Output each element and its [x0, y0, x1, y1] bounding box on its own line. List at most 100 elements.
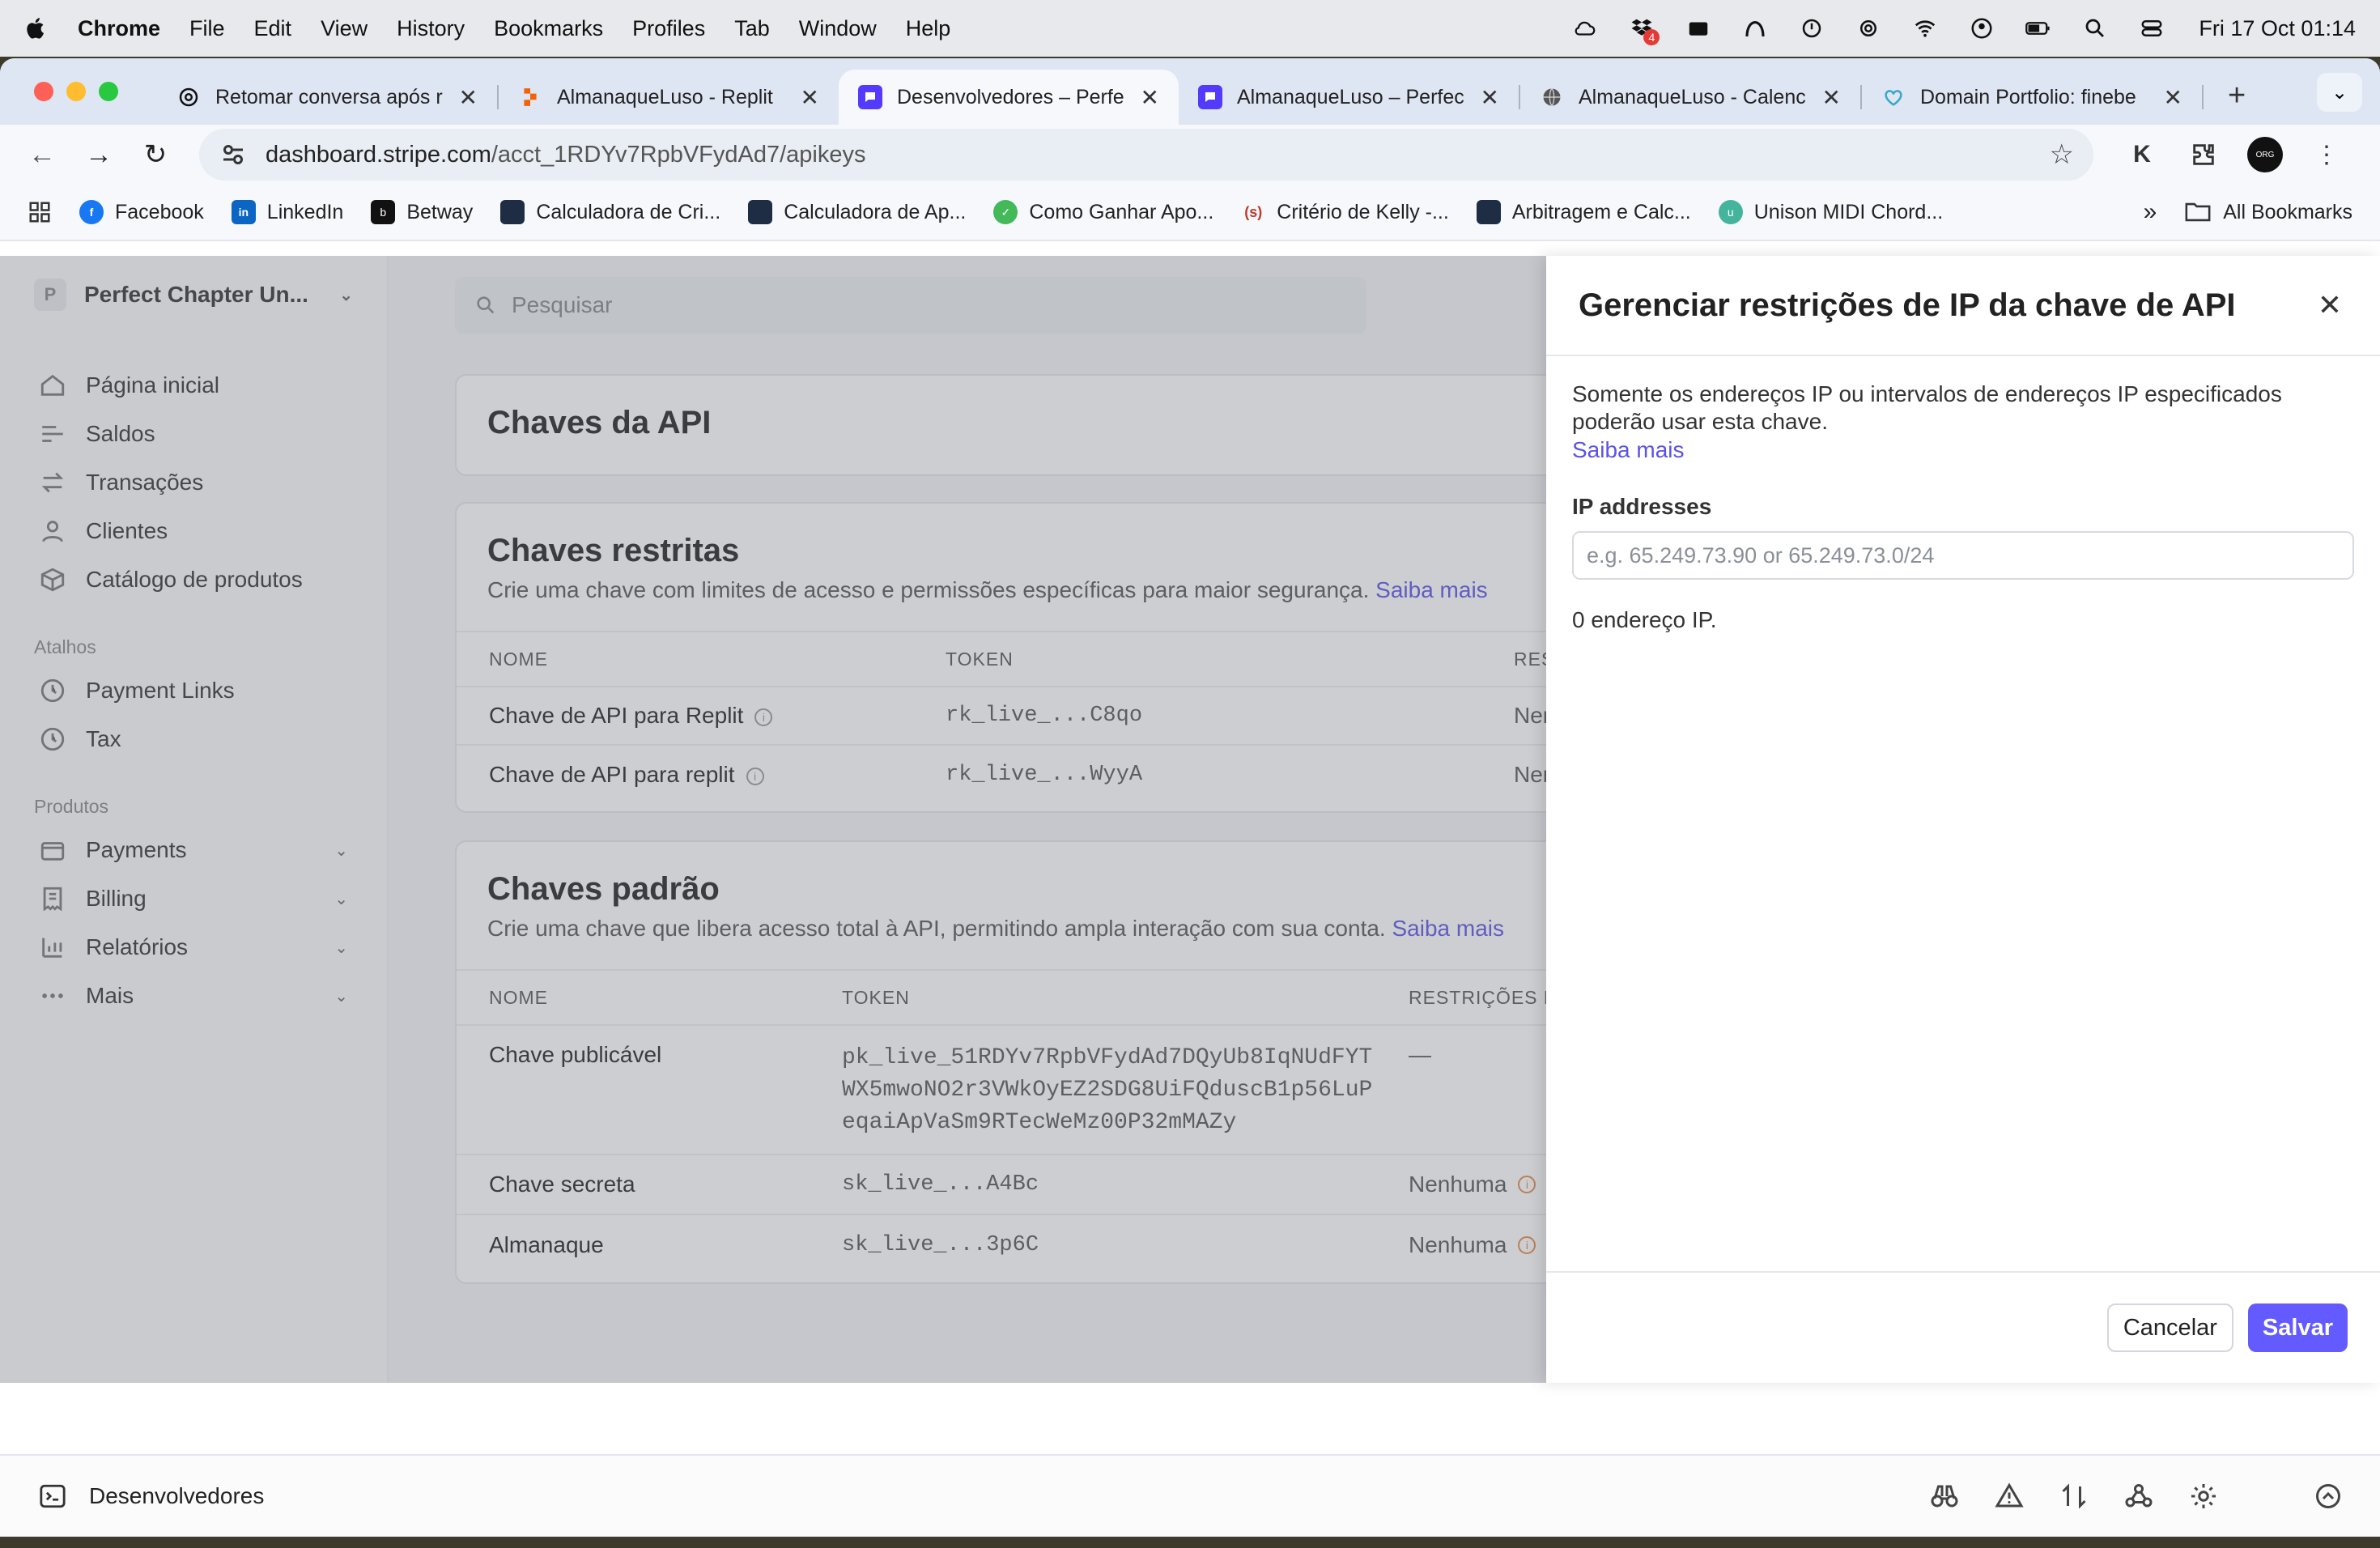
tab-domain-portfolio[interactable]: Domain Portfolio: finebe ✕: [1862, 72, 2202, 122]
forward-button[interactable]: →: [79, 135, 118, 174]
tab-chatgpt[interactable]: Retomar conversa após r ✕: [157, 72, 497, 122]
tab-search-dropdown[interactable]: ⌄: [2317, 73, 2362, 112]
checkmark-icon: ✓: [993, 200, 1018, 224]
stripe-dashboard: P Perfect Chapter Un... ⌄ Página inicial…: [0, 256, 2380, 1383]
facebook-icon: f: [79, 200, 104, 224]
binoculars-icon[interactable]: [1930, 1482, 1959, 1511]
tab-almanaque-calendar[interactable]: AlmanaqueLuso - Calenc ✕: [1520, 72, 1860, 122]
menu-file[interactable]: File: [189, 16, 225, 41]
menu-view[interactable]: View: [321, 16, 368, 41]
minimize-window-button[interactable]: [66, 82, 86, 101]
s-icon: (s): [1244, 203, 1263, 220]
spotlight-search-icon[interactable]: [2080, 16, 2110, 40]
menu-window[interactable]: Window: [799, 16, 877, 41]
close-icon[interactable]: ✕: [1481, 84, 1499, 111]
bookmark-calc-ap[interactable]: Calculadora de Ap...: [748, 200, 966, 224]
drawer-title: Gerenciar restrições de IP da chave de A…: [1579, 287, 2236, 323]
chatgpt-icon: [176, 85, 201, 109]
profile-avatar[interactable]: ORG: [2244, 134, 2286, 176]
bookmark-arbitragem[interactable]: Arbitragem e Calc...: [1476, 200, 1691, 224]
bookmark-facebook[interactable]: f Facebook: [79, 200, 204, 224]
bookmark-label: Betway: [406, 200, 474, 223]
menu-history[interactable]: History: [397, 16, 465, 41]
apple-icon[interactable]: [24, 15, 49, 41]
bookmark-label: LinkedIn: [266, 200, 344, 223]
site-favicon-icon: [748, 200, 773, 224]
unison-icon: u: [1718, 200, 1743, 224]
drawer-footer: Cancelar Salvar: [1546, 1271, 2380, 1383]
close-icon[interactable]: ✕: [1141, 84, 1159, 111]
more-bookmarks-icon[interactable]: »: [2144, 198, 2157, 226]
url-path: /acct_1RDYv7RpbVFydAd7/apikeys: [491, 141, 866, 168]
menu-help[interactable]: Help: [906, 16, 951, 41]
alert-clock-icon[interactable]: [1797, 16, 1826, 40]
cloud-sync-icon[interactable]: [1570, 16, 1600, 40]
bookmark-label: Calculadora de Ap...: [784, 200, 967, 223]
bookmark-linkedin[interactable]: in LinkedIn: [231, 200, 344, 224]
tab-replit[interactable]: AlmanaqueLuso - Replit ✕: [499, 72, 839, 122]
close-window-button[interactable]: [34, 82, 53, 101]
new-tab-button[interactable]: +: [2228, 79, 2246, 113]
close-icon[interactable]: ✕: [2164, 84, 2182, 111]
developers-label[interactable]: Desenvolvedores: [89, 1483, 264, 1509]
control-center-icon[interactable]: [2137, 16, 2166, 40]
bookmark-label: Calculadora de Cri...: [536, 200, 721, 223]
close-icon[interactable]: ✕: [2312, 287, 2348, 323]
tab-developers-active[interactable]: Desenvolvedores – Perfe ✕: [839, 70, 1179, 125]
ip-address-input[interactable]: [1572, 531, 2354, 580]
arc-icon[interactable]: [1740, 16, 1770, 40]
cancel-button[interactable]: Cancelar: [2106, 1303, 2233, 1352]
close-icon[interactable]: ✕: [459, 84, 478, 111]
close-icon[interactable]: ✕: [801, 84, 819, 111]
airdrop-icon[interactable]: [1854, 16, 1883, 40]
bookmark-label: Como Ganhar Apo...: [1029, 200, 1214, 223]
menu-bookmarks[interactable]: Bookmarks: [494, 16, 603, 41]
ip-addresses-label: IP addresses: [1572, 494, 1712, 519]
kebab-menu-icon[interactable]: ⋮: [2306, 134, 2348, 176]
bookmark-kelly[interactable]: (s) Critério de Kelly -...: [1241, 200, 1449, 224]
zoom-window-button[interactable]: [99, 82, 118, 101]
reload-button[interactable]: ↻: [136, 135, 175, 174]
battery-charging-icon[interactable]: [2024, 16, 2053, 40]
webhooks-icon[interactable]: [2124, 1482, 2153, 1511]
developers-bar: Desenvolvedores: [0, 1454, 2380, 1537]
bookmark-star-icon[interactable]: ☆: [2050, 138, 2074, 171]
sort-arrows-icon[interactable]: [2059, 1482, 2089, 1511]
modal-backdrop[interactable]: [0, 256, 1546, 1383]
bookmark-calc-cri[interactable]: Calculadora de Cri...: [500, 200, 720, 224]
gear-icon[interactable]: [2189, 1482, 2218, 1511]
chevron-up-circle-icon[interactable]: [2314, 1482, 2343, 1511]
media-icon[interactable]: [1684, 16, 1713, 40]
save-button[interactable]: Salvar: [2247, 1303, 2348, 1352]
close-icon[interactable]: ✕: [1822, 84, 1841, 111]
all-bookmarks[interactable]: All Bookmarks: [2184, 200, 2352, 224]
menu-profiles[interactable]: Profiles: [632, 16, 705, 41]
drawer-description: Somente os endereços IP ou intervalos de…: [1572, 381, 2282, 434]
bookmark-unison[interactable]: u Unison MIDI Chord...: [1718, 200, 1943, 224]
macos-menu-bar: Chrome File Edit View History Bookmarks …: [0, 0, 2380, 57]
menu-app-name[interactable]: Chrome: [78, 16, 160, 41]
wifi-icon[interactable]: [1910, 16, 1940, 40]
extensions-icon[interactable]: [2182, 134, 2225, 176]
url-host: dashboard.stripe.com: [266, 141, 491, 168]
warning-icon[interactable]: [1995, 1482, 2024, 1511]
clock[interactable]: Fri 17 Oct 01:14: [2199, 16, 2356, 41]
domain-icon: [1881, 85, 1906, 109]
back-button[interactable]: ←: [23, 135, 62, 174]
globe-icon: [1540, 85, 1564, 109]
address-bar[interactable]: dashboard.stripe.com/acct_1RDYv7RpbVFydA…: [199, 129, 2093, 181]
bookmark-betway[interactable]: b Betway: [371, 200, 473, 224]
bookmark-label: Critério de Kelly -...: [1277, 200, 1449, 223]
menu-edit[interactable]: Edit: [254, 16, 292, 41]
tab-almanaque-stripe[interactable]: AlmanaqueLuso – Perfec ✕: [1179, 72, 1519, 122]
site-settings-icon[interactable]: [219, 140, 248, 169]
terminal-icon[interactable]: [37, 1482, 68, 1510]
k-extension-icon[interactable]: K: [2121, 134, 2163, 176]
dropbox-icon[interactable]: 4: [1627, 16, 1660, 45]
bookmark-label: Arbitragem e Calc...: [1511, 200, 1691, 223]
menu-tab[interactable]: Tab: [734, 16, 770, 41]
bookmark-como-ganhar[interactable]: ✓ Como Ganhar Apo...: [993, 200, 1213, 224]
user-account-icon[interactable]: [1967, 16, 1996, 40]
learn-more-link[interactable]: Saiba mais: [1572, 437, 2354, 463]
apps-grid-icon[interactable]: [28, 200, 52, 224]
